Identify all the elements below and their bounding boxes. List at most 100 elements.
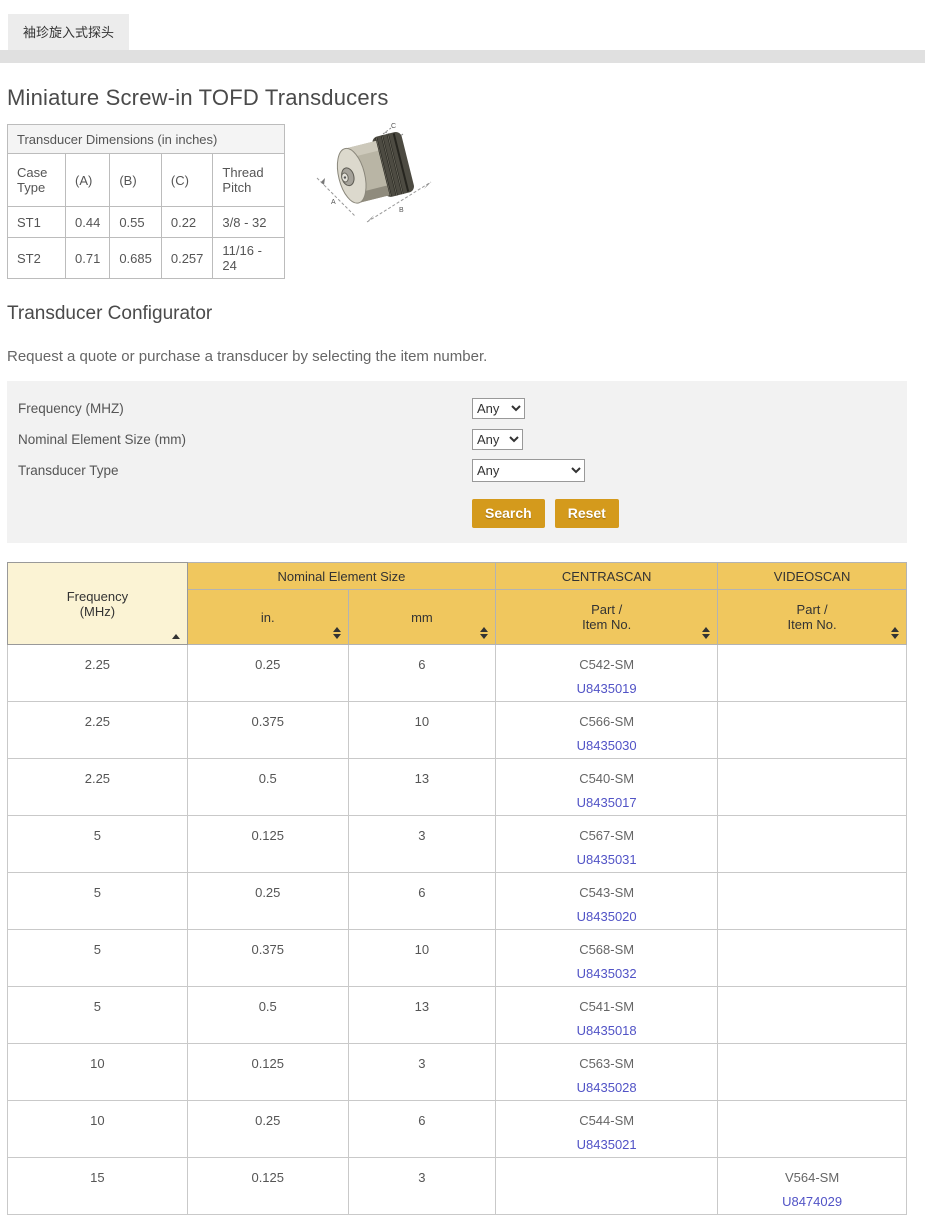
cell-case-type: ST1: [8, 207, 66, 238]
table-row: 100.1253C563-SMU8435028: [8, 1044, 907, 1101]
sort-toggle-icon[interactable]: [333, 627, 341, 639]
cell-videoscan: [718, 873, 907, 930]
part-number: C567-SM: [496, 824, 717, 848]
form-row-element-size: Nominal Element Size (mm) Any: [18, 424, 907, 455]
transducer-type-select[interactable]: Any: [472, 459, 585, 482]
cell-case-type: ST2: [8, 238, 66, 279]
column-header-frequency[interactable]: Frequency (MHz): [8, 563, 188, 645]
cell-a: 0.44: [66, 207, 110, 238]
configurator-title: Transducer Configurator: [7, 303, 907, 325]
item-number-link[interactable]: U8435032: [577, 966, 637, 981]
frequency-select[interactable]: Any: [472, 398, 525, 419]
cell-size-in: 0.375: [187, 702, 348, 759]
form-row-transducer-type: Transducer Type Any: [18, 455, 907, 486]
col-a: (A): [66, 154, 110, 207]
cell-size-in: 0.125: [187, 1158, 348, 1215]
page-title: Miniature Screw-in TOFD Transducers: [7, 85, 907, 111]
cell-size-mm: 3: [348, 816, 495, 873]
cell-size-mm: 10: [348, 930, 495, 987]
cell-frequency: 5: [8, 930, 188, 987]
part-number: C568-SM: [496, 938, 717, 962]
svg-text:A: A: [331, 199, 336, 206]
tabbar-divider: [0, 50, 925, 63]
transducer-photo: C: [311, 120, 439, 228]
item-number-link[interactable]: U8474029: [782, 1194, 842, 1209]
sort-toggle-icon[interactable]: [480, 627, 488, 639]
cell-frequency: 10: [8, 1044, 188, 1101]
cell-videoscan: [718, 759, 907, 816]
cell-videoscan: V564-SM U8474029: [718, 1158, 907, 1215]
cell-centrascan: C542-SM U8435019: [496, 645, 718, 702]
svg-text:B: B: [399, 207, 404, 214]
cell-videoscan: [718, 816, 907, 873]
cell-size-in: 0.5: [187, 987, 348, 1044]
dimensions-header-row: Case Type (A) (B) (C) Thread Pitch: [8, 154, 285, 207]
main-content: Miniature Screw-in TOFD Transducers Tran…: [7, 85, 907, 1215]
cell-frequency: 5: [8, 816, 188, 873]
table-row: 50.513C541-SMU8435018: [8, 987, 907, 1044]
cell-centrascan: C544-SM U8435021: [496, 1101, 718, 1158]
search-button[interactable]: Search: [472, 499, 545, 528]
group-header-nominal-element-size: Nominal Element Size: [187, 563, 495, 590]
tab-bar: 袖珍旋入式探头: [0, 0, 925, 50]
cell-size-mm: 13: [348, 987, 495, 1044]
column-header-centrascan-part[interactable]: Part / Item No.: [496, 590, 718, 645]
table-row: 2.250.513C540-SMU8435017: [8, 759, 907, 816]
cell-videoscan: [718, 1101, 907, 1158]
cell-size-in: 0.125: [187, 816, 348, 873]
cell-a: 0.71: [66, 238, 110, 279]
cell-videoscan: [718, 645, 907, 702]
part-number: V564-SM: [718, 1166, 906, 1190]
cell-frequency: 5: [8, 987, 188, 1044]
part-number: C542-SM: [496, 653, 717, 677]
part-number: C566-SM: [496, 710, 717, 734]
cell-size-mm: 6: [348, 645, 495, 702]
item-number-link[interactable]: U8435020: [577, 909, 637, 924]
cell-frequency: 2.25: [8, 759, 188, 816]
cell-frequency: 5: [8, 873, 188, 930]
cell-c: 0.257: [161, 238, 213, 279]
cell-videoscan: [718, 702, 907, 759]
cell-size-mm: 13: [348, 759, 495, 816]
element-size-select[interactable]: Any: [472, 429, 523, 450]
cell-frequency: 2.25: [8, 645, 188, 702]
tab-miniature-screwin-probes[interactable]: 袖珍旋入式探头: [8, 14, 129, 50]
cell-size-in: 0.25: [187, 645, 348, 702]
column-header-mm[interactable]: mm: [348, 590, 495, 645]
cell-size-mm: 10: [348, 702, 495, 759]
item-number-link[interactable]: U8435018: [577, 1023, 637, 1038]
sort-ascending-icon[interactable]: [172, 634, 180, 639]
column-header-inches[interactable]: in.: [187, 590, 348, 645]
frequency-header-line1: Frequency: [12, 589, 183, 604]
item-number-link[interactable]: U8435021: [577, 1137, 637, 1152]
item-number-link[interactable]: U8435019: [577, 681, 637, 696]
item-number-link[interactable]: U8435028: [577, 1080, 637, 1095]
cell-centrascan: C568-SM U8435032: [496, 930, 718, 987]
cell-frequency: 15: [8, 1158, 188, 1215]
cell-c: 0.22: [161, 207, 213, 238]
element-size-label: Nominal Element Size (mm): [18, 432, 472, 447]
cell-frequency: 10: [8, 1101, 188, 1158]
cell-size-mm: 3: [348, 1044, 495, 1101]
cell-size-mm: 3: [348, 1158, 495, 1215]
dimensions-section: Transducer Dimensions (in inches) Case T…: [7, 124, 907, 279]
reset-button[interactable]: Reset: [555, 499, 619, 528]
item-number-link[interactable]: U8435017: [577, 795, 637, 810]
cell-size-mm: 6: [348, 1101, 495, 1158]
part-number: C544-SM: [496, 1109, 717, 1133]
sort-toggle-icon[interactable]: [891, 627, 899, 639]
cell-size-in: 0.5: [187, 759, 348, 816]
group-header-row: Frequency (MHz) Nominal Element Size CEN…: [8, 563, 907, 590]
cell-frequency: 2.25: [8, 702, 188, 759]
col-b: (B): [110, 154, 162, 207]
tab-label: 袖珍旋入式探头: [23, 25, 114, 40]
item-number-link[interactable]: U8435031: [577, 852, 637, 867]
table-row: 50.256C543-SMU8435020: [8, 873, 907, 930]
col-thread-pitch: Thread Pitch: [213, 154, 285, 207]
column-header-videoscan-part[interactable]: Part / Item No.: [718, 590, 907, 645]
group-header-centrascan: CENTRASCAN: [496, 563, 718, 590]
cell-centrascan: C543-SMU8435020: [496, 873, 718, 930]
sort-toggle-icon[interactable]: [702, 627, 710, 639]
frequency-header-line2: (MHz): [12, 604, 183, 619]
item-number-link[interactable]: U8435030: [577, 738, 637, 753]
